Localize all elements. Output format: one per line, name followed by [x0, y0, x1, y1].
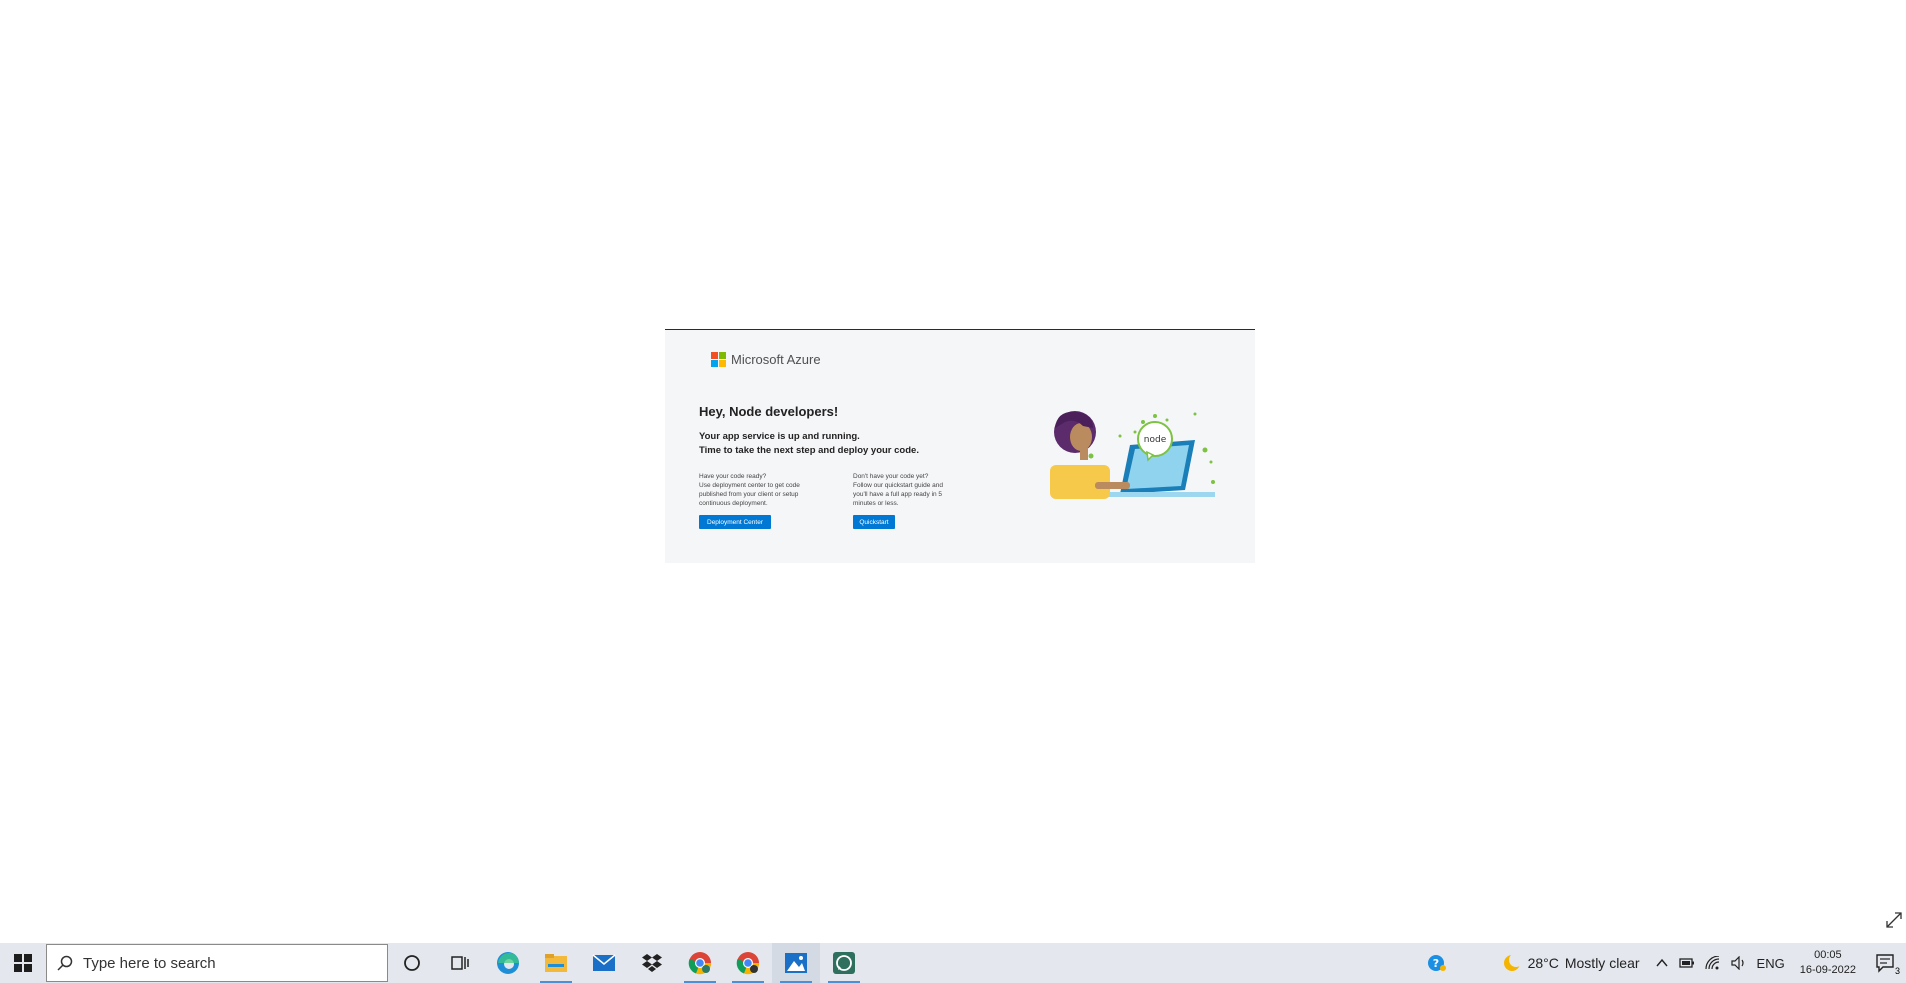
dropbox-icon [642, 954, 662, 972]
svg-text:?: ? [1432, 957, 1438, 970]
col2-line1: Follow our quickstart guide and [853, 482, 943, 489]
action-center-button[interactable]: 3 [1866, 943, 1906, 983]
azure-welcome-card: Microsoft Azure Hey, Node developers! Yo… [665, 329, 1255, 563]
cortana-button[interactable] [388, 943, 436, 983]
windows-logo-icon [14, 954, 32, 972]
photos-button[interactable] [772, 943, 820, 983]
photos-icon [785, 953, 807, 973]
edge-icon [497, 952, 519, 974]
battery-icon [1678, 958, 1694, 968]
whatsapp-button[interactable] [820, 943, 868, 983]
node-bubble-text: node [1144, 435, 1167, 445]
notification-count: 3 [1894, 966, 1900, 976]
microsoft-logo-icon [711, 352, 726, 367]
chrome-profile-icon [736, 952, 760, 975]
col2-line3: minutes or less. [853, 500, 899, 507]
file-explorer-button[interactable] [532, 943, 580, 983]
quickstart-button[interactable]: Quickstart [853, 515, 895, 529]
notification-icon [1876, 954, 1894, 973]
page-heading: Hey, Node developers! [699, 404, 839, 419]
weather-widget[interactable]: 28°C Mostly clear [1492, 953, 1650, 973]
moon-icon [1503, 953, 1522, 971]
network-button[interactable] [1700, 943, 1726, 983]
developer-illustration: node [1050, 411, 1215, 499]
speaker-icon [1730, 956, 1744, 970]
search-box[interactable]: Type here to search [46, 944, 388, 982]
chrome-profile-button[interactable] [724, 943, 772, 983]
taskbar: Type here to search ? 28°C Mostly clear … [0, 943, 1906, 983]
search-icon [57, 955, 73, 971]
no-code-section: Don't have your code yet? Follow our qui… [853, 472, 973, 508]
show-hidden-icons-button[interactable] [1650, 943, 1674, 983]
col2-line2: you'll have a full app ready in 5 [853, 491, 943, 498]
clock-time: 00:05 [1814, 949, 1842, 961]
start-button[interactable] [0, 943, 46, 983]
code-ready-section: Have your code ready? Use deployment cen… [699, 472, 819, 508]
edge-button[interactable] [484, 943, 532, 983]
col2-title: Don't have your code yet? [853, 473, 929, 480]
subheading-line2: Time to take the next step and deploy yo… [699, 445, 919, 456]
col1-title: Have your code ready? [699, 473, 767, 480]
col1-line1: Use deployment center to get code [699, 482, 800, 489]
mail-icon [592, 954, 616, 971]
col1-line2: published from your client or setup [699, 491, 799, 498]
deployment-center-button[interactable]: Deployment Center [699, 515, 771, 529]
clock-date: 16-09-2022 [1799, 964, 1856, 976]
expand-icon[interactable] [1884, 910, 1904, 930]
task-view-icon [451, 956, 469, 970]
col1-line3: continuous deployment. [699, 500, 768, 507]
whatsapp-icon [833, 952, 855, 974]
volume-button[interactable] [1726, 943, 1752, 983]
chrome-button[interactable] [676, 943, 724, 983]
language-indicator[interactable]: ENG [1752, 943, 1790, 983]
clock[interactable]: 00:05 16-09-2022 [1790, 948, 1866, 978]
task-view-button[interactable] [436, 943, 484, 983]
mail-button[interactable] [580, 943, 628, 983]
cortana-icon [404, 955, 420, 971]
battery-button[interactable] [1674, 943, 1700, 983]
subheading-line1: Your app service is up and running. [699, 431, 860, 442]
dropbox-button[interactable] [628, 943, 676, 983]
weather-desc: Mostly clear [1564, 955, 1640, 971]
help-icon: ? [1427, 955, 1446, 971]
chrome-icon [688, 952, 712, 975]
microsoft-azure-logo: Microsoft Azure [711, 352, 821, 367]
file-explorer-icon [545, 954, 567, 972]
chevron-up-icon [1656, 958, 1668, 967]
help-button[interactable]: ? [1422, 943, 1452, 983]
weather-temp: 28°C [1527, 955, 1559, 971]
search-placeholder: Type here to search [83, 954, 216, 972]
system-tray: ? 28°C Mostly clear ENG 00:05 16-09-2022… [1422, 943, 1906, 983]
page-subheading: Your app service is up and running. Time… [699, 430, 919, 458]
logo-text: Microsoft Azure [731, 352, 821, 367]
wifi-icon [1704, 956, 1719, 970]
